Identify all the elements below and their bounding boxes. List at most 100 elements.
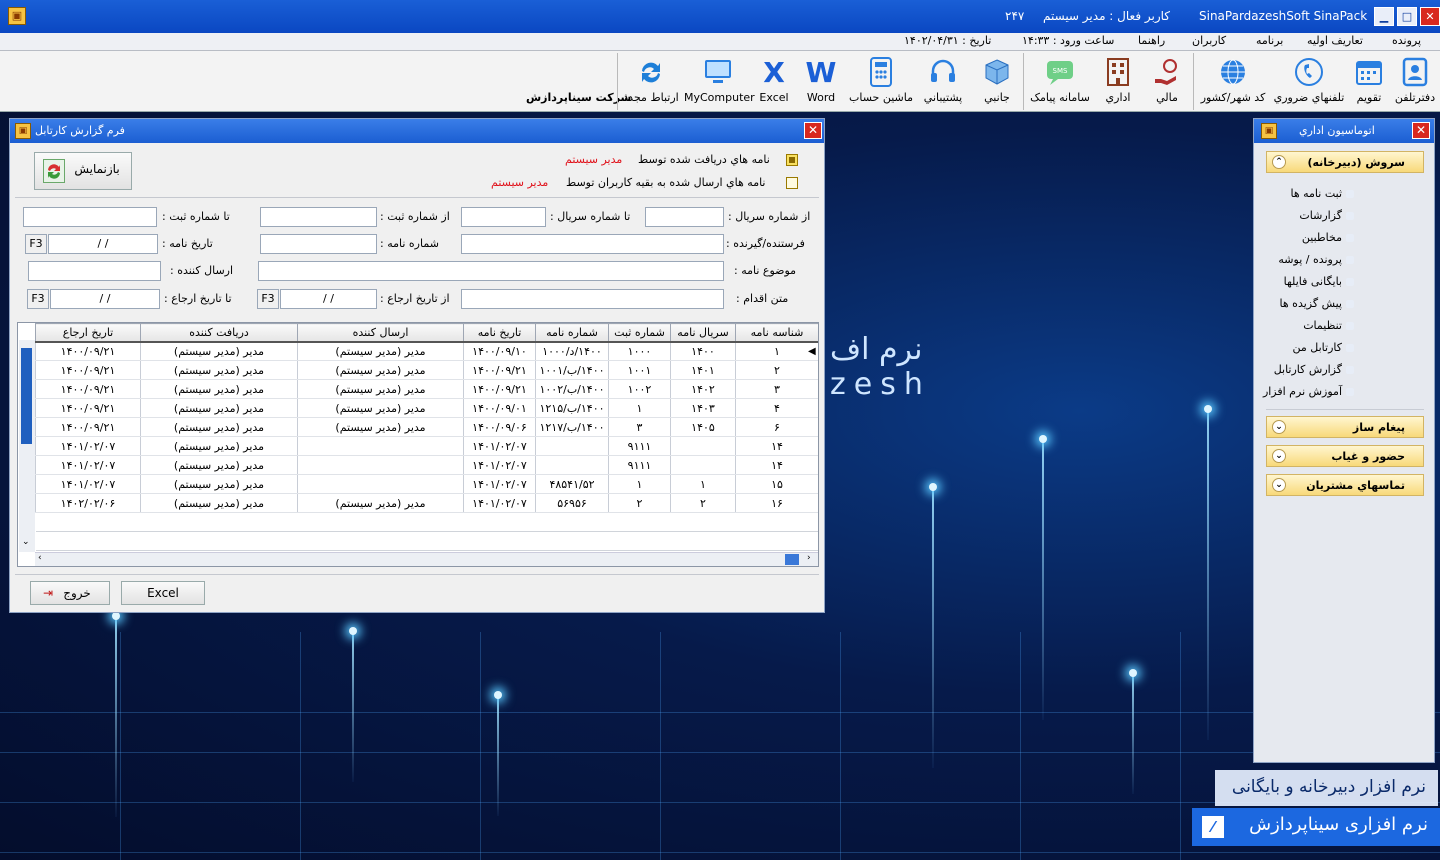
sender-receiver-input[interactable] <box>461 234 724 254</box>
item-file-folder[interactable]: پرونده / پوشه <box>1278 253 1354 266</box>
group-message-builder[interactable]: پیغام ساز ⌄ <box>1266 416 1424 438</box>
table-row[interactable]: ۱۴ ۹۱۱۱ ۱۴۰۱/۰۲/۰۷ مدیر (مدیر سیستم) ۱۴۰۱/۰۲… <box>35 436 818 456</box>
toolbar-reconnect[interactable]: ارتباط مجدد <box>623 55 679 109</box>
letter-date-f3-button[interactable]: F3 <box>25 234 47 254</box>
col-receiver[interactable]: دریافت کننده <box>140 323 298 343</box>
col-sender[interactable]: ارسال کننده <box>297 323 464 343</box>
item-register-letters[interactable]: ثبت نامه ها <box>1290 187 1354 200</box>
table-cell: ۱۴۰۲/۰۲/۰۶ <box>35 493 141 513</box>
table-cell: ۱۴۰۰/۰۹/۲۱ <box>463 360 536 380</box>
table-cell: ۱۴۰۰/۰۹/۲۱ <box>35 341 141 361</box>
table-row[interactable]: ۴ ۱۴۰۳ ۱ ۱۴۰۰/ب/۱۲۱۵ ۱۴۰۰/۰۹/۰۱ مدیر (مدیر سی… <box>35 398 818 418</box>
active-user: کاربر فعال : مدیر سیستم <box>1043 9 1171 23</box>
from-ref-date-label: از تاریخ ارجاع : <box>380 292 450 305</box>
toolbar-calendar[interactable]: تقویم <box>1351 55 1387 109</box>
menu-program[interactable]: برنامه <box>1256 34 1283 47</box>
toolbar-extras[interactable]: جانبي <box>976 55 1018 109</box>
table-row[interactable]: ۶ ۱۴۰۵ ۳ ۱۴۰۰/ب/۱۲۱۷ ۱۴۰۰/۰۹/۰۶ مدیر (مدیر سی… <box>35 417 818 437</box>
toolbar-support[interactable]: پشتیباني <box>918 55 968 109</box>
col-letter-date[interactable]: تاریخ نامه <box>463 323 536 343</box>
table-row[interactable]: ۱ ۱۴۰۰ ۱۰۰۰ ۱۴۰۰/د/۱۰۰۰ ۱۴۰۰/۰۹/۱۰ مدیر (مدیر… <box>35 341 818 361</box>
to-serial-input[interactable] <box>461 207 546 227</box>
toolbar-sms[interactable]: SMS سامانه پیامک <box>1028 55 1092 109</box>
action-text-input[interactable] <box>461 289 724 309</box>
table-cell: ۲ <box>735 360 818 380</box>
scroll-left-icon[interactable]: ‹ <box>38 553 42 563</box>
col-letter-id[interactable]: شناسه نامه <box>735 323 818 343</box>
from-reg-input[interactable] <box>260 207 377 227</box>
letter-date-input[interactable]: / / <box>48 234 158 254</box>
group-attendance[interactable]: حضور و غیاب ⌄ <box>1266 445 1424 467</box>
to-ref-date-input[interactable]: / / <box>50 289 160 309</box>
from-ref-date-f3-button[interactable]: F3 <box>257 289 279 309</box>
horizontal-scroll-thumb[interactable] <box>785 554 799 565</box>
table-row[interactable]: ۱۶ ۲ ۲ ۵۶۹۵۶ ۱۴۰۱/۰۲/۰۷ مدیر (مدیر سیستم) مدیر… <box>35 493 818 513</box>
item-contacts[interactable]: مخاطبین <box>1302 231 1355 244</box>
table-cell: ۱۴۰۰/ب/۱۲۱۵ <box>535 398 609 418</box>
scroll-right-icon[interactable]: › <box>807 553 811 563</box>
to-reg-input[interactable] <box>23 207 157 227</box>
sender-input[interactable] <box>28 261 161 281</box>
subject-input[interactable] <box>258 261 724 281</box>
table-cell: ۴ <box>735 398 818 418</box>
menu-definitions[interactable]: تعاریف اولیه <box>1307 34 1363 47</box>
excel-export-button[interactable]: Excel <box>121 581 205 605</box>
scroll-down-icon[interactable]: ⌄ <box>22 537 30 547</box>
form-close-button[interactable]: ✕ <box>804 122 822 139</box>
table-row[interactable]: ۳ ۱۴۰۲ ۱۰۰۲ ۱۴۰۰/ب/۱۰۰۲ ۱۴۰۰/۰۹/۲۱ مدیر (مدیر… <box>35 379 818 399</box>
toolbar-finance[interactable]: مالي <box>1146 55 1188 109</box>
refresh-button[interactable]: بازنمایش <box>34 152 132 190</box>
table-cell: ۱۴۰۳ <box>670 398 736 418</box>
from-serial-input[interactable] <box>645 207 724 227</box>
item-my-cartable[interactable]: کارتابل من <box>1293 341 1355 354</box>
toolbar-word[interactable]: W Word <box>802 55 840 109</box>
menu-users[interactable]: کاربران <box>1192 34 1226 47</box>
col-serial[interactable]: سریال نامه <box>670 323 736 343</box>
table-cell: مدیر (مدیر سیستم) <box>297 379 464 399</box>
table-cell: ۱۴۰۱/۰۲/۰۷ <box>35 455 141 475</box>
close-button[interactable]: ✕ <box>1420 7 1440 26</box>
col-letter-no[interactable]: شماره نامه <box>535 323 609 343</box>
table-row[interactable]: ۱۵ ۱ ۱ ۴۸۵۴۱/۵۲ ۱۴۰۱/۰۲/۰۷ مدیر (مدیر سیستم) ۱… <box>35 474 818 494</box>
minimize-button[interactable]: ▁ <box>1374 7 1394 26</box>
menu-help[interactable]: راهنما <box>1138 34 1165 47</box>
table-cell: مدیر (مدیر سیستم) <box>297 417 464 437</box>
to-ref-date-f3-button[interactable]: F3 <box>27 289 49 309</box>
toolbar-excel[interactable]: X Excel <box>756 55 792 109</box>
sent-checkbox[interactable] <box>786 177 798 189</box>
exit-button[interactable]: ⇥ خروج <box>30 581 110 605</box>
received-checkbox[interactable] <box>786 154 798 166</box>
item-cartable-report[interactable]: گزارش کارتابل <box>1274 363 1355 376</box>
table-row[interactable]: ۱۴ ۹۱۱۱ ۱۴۰۱/۰۲/۰۷ مدیر (مدیر سیستم) ۱۴۰۱/۰۲… <box>35 455 818 475</box>
item-presets[interactable]: پیش گزیده ها <box>1280 297 1355 310</box>
from-ref-date-input[interactable]: / / <box>280 289 377 309</box>
panel-close-button[interactable]: ✕ <box>1412 122 1430 139</box>
action-text-label: متن اقدام : <box>736 292 789 305</box>
col-reg-no[interactable]: شماره ثبت <box>608 323 671 343</box>
toolbar-phonebook[interactable]: دفترتلفن <box>1393 55 1437 109</box>
titlebar-number: ۲۴۷ <box>1005 9 1025 23</box>
item-file-archive[interactable]: بایگانی فایلها <box>1284 275 1355 288</box>
group-customer-contacts[interactable]: تماسهاي مشتریان ⌄ <box>1266 474 1424 496</box>
toolbar-calculator[interactable]: ماشین حساب <box>846 55 916 109</box>
item-settings[interactable]: تنظیمات <box>1303 319 1354 332</box>
table-row[interactable]: ۲ ۱۴۰۱ ۱۰۰۱ ۱۴۰۰/ب/۱۰۰۱ ۱۴۰۰/۰۹/۲۱ مدیر (مدیر… <box>35 360 818 380</box>
item-software-training[interactable]: آموزش نرم افزار <box>1263 385 1355 398</box>
menu-file[interactable]: پرونده <box>1392 34 1421 47</box>
item-reports[interactable]: گزارشات <box>1299 209 1354 222</box>
toolbar-mycomputer[interactable]: MyComputer <box>684 55 755 109</box>
toolbar-city-code[interactable]: کد شهر/کشور <box>1198 55 1268 109</box>
vertical-scrollbar[interactable]: ⌄ <box>19 340 35 552</box>
table-cell: ۱۴۰۱/۰۲/۰۷ <box>463 455 536 475</box>
table-cell: ۳ <box>608 417 671 437</box>
group-secretariat[interactable]: سروش (دبیرخانه) ⌃ <box>1266 151 1424 173</box>
col-ref-date[interactable]: تاریخ ارجاع <box>35 323 141 343</box>
toolbar-office[interactable]: اداري <box>1098 55 1138 109</box>
vertical-scroll-thumb[interactable] <box>21 348 32 444</box>
form-titlebar: ▣ فرم گزارش کارتابل ✕ <box>10 119 824 143</box>
letter-no-input[interactable] <box>260 234 377 254</box>
grid-header-row: شناسه نامه سریال نامه شماره ثبت شماره نا… <box>35 323 818 343</box>
toolbar-emergency-phones[interactable]: تلفنهاي ضروري <box>1272 55 1346 109</box>
horizontal-scrollbar[interactable]: ‹ › <box>35 552 818 566</box>
maximize-button[interactable]: □ <box>1397 7 1417 26</box>
